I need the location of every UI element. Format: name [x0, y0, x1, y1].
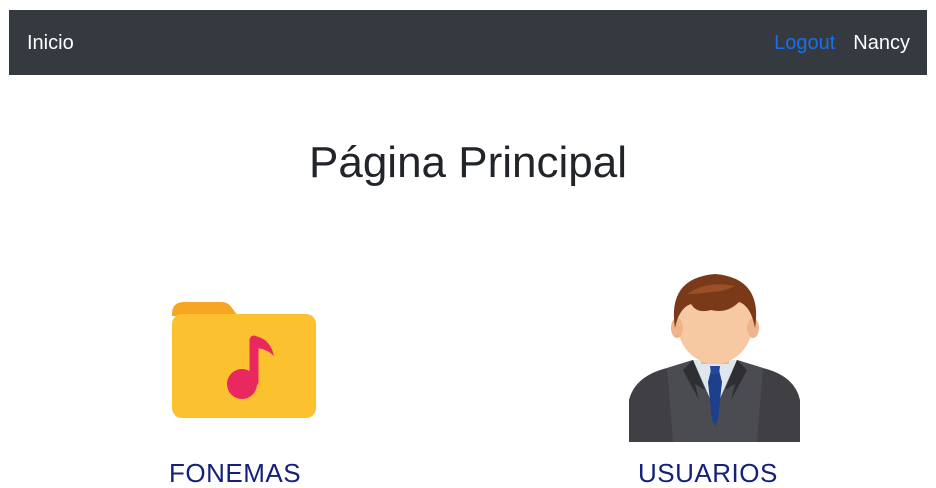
- page-title: Página Principal: [309, 138, 627, 187]
- username-label: Nancy: [853, 32, 910, 54]
- usuarios-card[interactable]: USUARIOS: [612, 270, 817, 488]
- home-link[interactable]: Inicio: [27, 30, 74, 56]
- top-navbar: Inicio Logout Nancy: [9, 10, 927, 75]
- fonemas-card[interactable]: FONEMAS: [150, 290, 340, 488]
- fonemas-label: FONEMAS: [169, 458, 302, 488]
- usuarios-label: USUARIOS: [638, 458, 778, 488]
- user-avatar-icon: [629, 274, 800, 442]
- music-folder-icon: [172, 302, 316, 418]
- navbar-right: Logout Nancy: [774, 30, 910, 56]
- logout-link[interactable]: Logout: [774, 30, 835, 56]
